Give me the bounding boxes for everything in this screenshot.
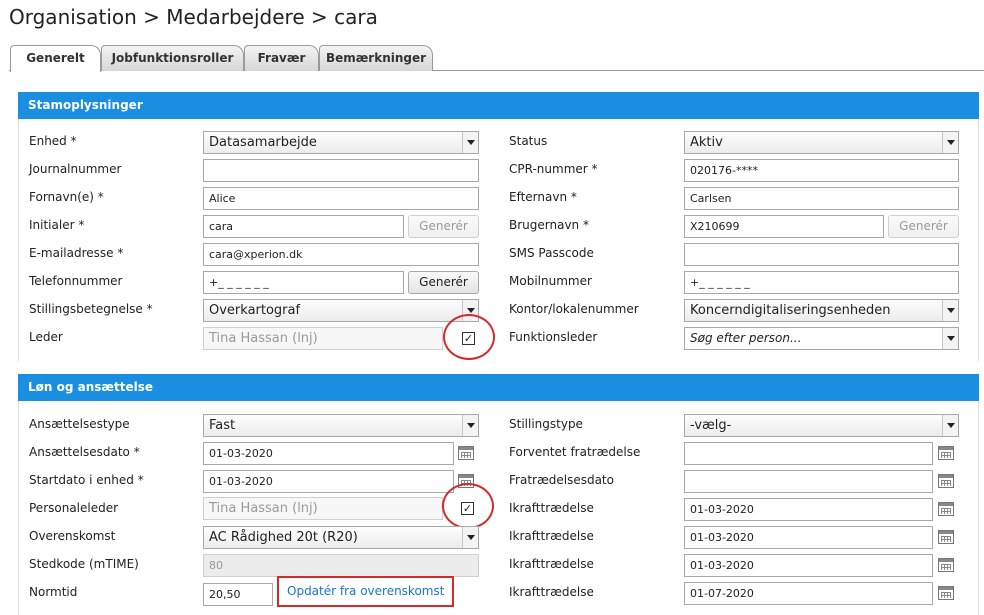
forventet-fratraedelse-field[interactable] bbox=[684, 442, 933, 465]
label-ansaettelsesdato: Ansættelsesdato * bbox=[29, 445, 140, 459]
label-stedkode: Stedkode (mTIME) bbox=[29, 557, 139, 571]
overenskomst-select[interactable]: AC Rådighed 20t (R20) bbox=[203, 526, 479, 549]
personaleleder-select: Tina Hassan (lnj) bbox=[203, 497, 443, 520]
label-stillingstype: Stillingstype bbox=[509, 417, 583, 431]
highlight-circle bbox=[443, 314, 495, 360]
chevron-down-icon bbox=[942, 132, 958, 153]
startdato-field[interactable]: 01-03-2020 bbox=[203, 470, 454, 493]
enhed-select[interactable]: Datasamarbejde bbox=[203, 131, 479, 154]
label-fratraedelsesdato: Fratrædelsesdato bbox=[509, 473, 614, 487]
efternavn-field[interactable]: Carlsen bbox=[684, 187, 959, 210]
kontor-select[interactable]: Koncerndigitaliseringsenheden bbox=[684, 299, 959, 322]
ansaettelsestype-value: Fast bbox=[209, 418, 236, 433]
stillingstype-select[interactable]: -vælg- bbox=[684, 414, 959, 437]
personaleleder-value: Tina Hassan (lnj) bbox=[209, 501, 318, 516]
label-ikrafttraedelse: Ikrafttrædelse bbox=[509, 557, 594, 571]
opdater-fra-overenskomst-link[interactable]: Opdatér fra overenskomst bbox=[277, 576, 455, 607]
stedkode-field: 80 bbox=[203, 554, 479, 577]
initialer-field[interactable]: cara bbox=[203, 215, 404, 238]
calendar-icon[interactable] bbox=[458, 446, 474, 460]
label-kontor: Kontor/lokalenummer bbox=[509, 302, 639, 316]
calendar-icon[interactable] bbox=[938, 586, 954, 600]
label-leder: Leder bbox=[29, 330, 63, 344]
chevron-down-icon bbox=[942, 328, 958, 349]
generer-brugernavn-button[interactable]: Generér bbox=[888, 215, 959, 238]
normtid-field[interactable]: 20,50 bbox=[203, 583, 273, 606]
label-forventet-fratraedelse: Forventet fratrædelse bbox=[509, 445, 641, 459]
label-brugernavn: Brugernavn * bbox=[509, 218, 589, 232]
cpr-field[interactable]: 020176-**** bbox=[684, 159, 959, 182]
ansaettelsesdato-field[interactable]: 01-03-2020 bbox=[203, 442, 454, 465]
ikrafttraedelse-field[interactable]: 01-03-2020 bbox=[684, 554, 933, 577]
calendar-icon[interactable] bbox=[938, 558, 954, 572]
sms-passcode-field[interactable] bbox=[684, 243, 959, 266]
label-startdato: Startdato i enhed * bbox=[29, 473, 144, 487]
funktionsleder-select[interactable]: Søg efter person... bbox=[684, 327, 959, 350]
calendar-icon[interactable] bbox=[938, 502, 954, 516]
breadcrumb: Organisation > Medarbejdere > cara bbox=[9, 5, 378, 29]
label-mobil: Mobilnummer bbox=[509, 274, 592, 288]
email-field[interactable]: cara@xperion.dk bbox=[203, 243, 479, 266]
leder-select: Tina Hassan (lnj) bbox=[203, 327, 443, 350]
stillingsbetegnelse-select[interactable]: Overkartograf bbox=[203, 299, 479, 322]
label-normtid: Normtid bbox=[29, 585, 78, 599]
overenskomst-value: AC Rådighed 20t (R20) bbox=[209, 530, 358, 545]
label-enhed: Enhed * bbox=[29, 134, 77, 148]
label-sms: SMS Passcode bbox=[509, 246, 594, 260]
highlight-circle bbox=[442, 483, 494, 529]
journalnummer-field[interactable] bbox=[203, 159, 479, 182]
label-email: E-mailadresse * bbox=[29, 246, 124, 260]
chevron-down-icon bbox=[462, 527, 478, 548]
tab-fravaer[interactable]: Fravær bbox=[244, 45, 319, 71]
mobil-field[interactable]: +_ _ _ _ _ _ bbox=[684, 271, 959, 294]
label-ikrafttraedelse: Ikrafttrædelse bbox=[509, 585, 594, 599]
label-overenskomst: Overenskomst bbox=[29, 529, 116, 543]
calendar-icon[interactable] bbox=[938, 446, 954, 460]
calendar-icon[interactable] bbox=[938, 474, 954, 488]
label-status: Status bbox=[509, 134, 548, 148]
fratraedelsesdato-field[interactable] bbox=[684, 470, 933, 493]
fornavn-field[interactable]: Alice bbox=[203, 187, 479, 210]
chevron-down-icon bbox=[942, 300, 958, 321]
label-cpr: CPR-nummer * bbox=[509, 162, 598, 176]
tab-jobfunktionsroller[interactable]: Jobfunktionsroller bbox=[101, 45, 244, 71]
tab-generelt[interactable]: Generelt bbox=[10, 45, 101, 72]
label-stillingsbetegnelse: Stillingsbetegnelse * bbox=[29, 302, 153, 316]
label-personaleleder: Personaleleder bbox=[29, 501, 119, 515]
chevron-down-icon bbox=[462, 415, 478, 436]
stillingstype-value: -vælg- bbox=[690, 418, 732, 433]
generer-telefon-button[interactable]: Generér bbox=[408, 271, 479, 294]
label-initialer: Initialer * bbox=[29, 218, 85, 232]
label-ikrafttraedelse: Ikrafttrædelse bbox=[509, 529, 594, 543]
brugernavn-field[interactable]: X210699 bbox=[684, 215, 884, 238]
calendar-icon[interactable] bbox=[938, 530, 954, 544]
label-journalnummer: Journalnummer bbox=[29, 162, 122, 176]
label-ikrafttraedelse: Ikrafttrædelse bbox=[509, 501, 594, 515]
label-funktionsleder: Funktionsleder bbox=[509, 330, 598, 344]
enhed-value: Datasamarbejde bbox=[209, 135, 317, 150]
ikrafttraedelse-field[interactable]: 01-03-2020 bbox=[684, 498, 933, 521]
generer-initialer-button[interactable]: Generér bbox=[408, 215, 479, 238]
status-select[interactable]: Aktiv bbox=[684, 131, 959, 154]
label-efternavn: Efternavn * bbox=[509, 190, 577, 204]
tab-bar: Generelt Jobfunktionsroller Fravær Bemær… bbox=[9, 45, 984, 72]
ikrafttraedelse-field[interactable]: 01-07-2020 bbox=[684, 582, 933, 605]
kontor-value: Koncerndigitaliseringsenheden bbox=[690, 303, 891, 318]
tab-bemaerkninger[interactable]: Bemærkninger bbox=[319, 45, 433, 71]
ansaettelsestype-select[interactable]: Fast bbox=[203, 414, 479, 437]
funktionsleder-placeholder: Søg efter person... bbox=[690, 331, 802, 345]
section-header-stamoplysninger: Stamoplysninger bbox=[18, 92, 979, 119]
label-telefon: Telefonnummer bbox=[29, 274, 123, 288]
section-header-loen: Løn og ansættelse bbox=[18, 374, 979, 401]
chevron-down-icon bbox=[942, 415, 958, 436]
ikrafttraedelse-field[interactable]: 01-03-2020 bbox=[684, 526, 933, 549]
telefon-field[interactable]: +_ _ _ _ _ _ bbox=[203, 271, 404, 294]
leder-value: Tina Hassan (lnj) bbox=[209, 331, 318, 346]
label-fornavn: Fornavn(e) * bbox=[29, 190, 104, 204]
stillingsbetegnelse-value: Overkartograf bbox=[209, 303, 301, 318]
label-ansaettelsestype: Ansættelsestype bbox=[29, 417, 130, 431]
status-value: Aktiv bbox=[690, 135, 723, 150]
stamoplysninger-panel bbox=[18, 119, 979, 361]
chevron-down-icon bbox=[462, 132, 478, 153]
